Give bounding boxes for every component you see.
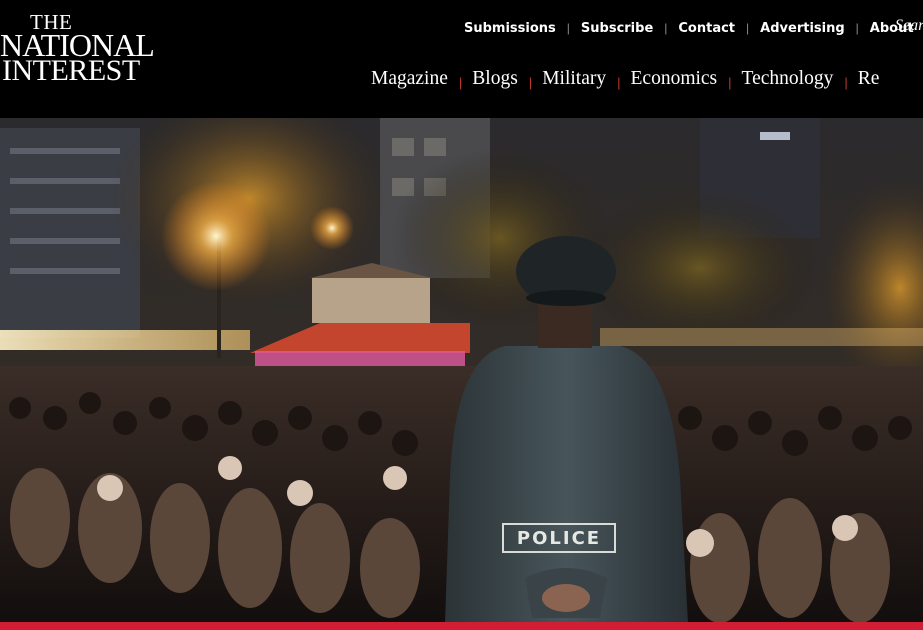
- utility-separator: |: [566, 21, 570, 35]
- site-logo[interactable]: THE NATIONAL INTEREST: [0, 10, 155, 87]
- nav-separator: |: [458, 74, 463, 90]
- police-badge-text: POLICE: [502, 523, 616, 553]
- site-header: THE NATIONAL INTEREST Submissions | Subs…: [0, 0, 923, 118]
- nav-economics[interactable]: Economics: [631, 68, 718, 90]
- nav-blogs[interactable]: Blogs: [472, 68, 518, 90]
- utility-link-subscribe[interactable]: Subscribe: [581, 21, 653, 36]
- logo-line-3: INTEREST: [2, 54, 140, 87]
- utility-separator: |: [664, 21, 668, 35]
- main-nav: Magazine | Blogs | Military | Economics …: [371, 66, 879, 92]
- hero-image[interactable]: POLICE: [0, 118, 923, 622]
- utility-separator: |: [746, 21, 750, 35]
- utility-link-advertising[interactable]: Advertising: [760, 21, 845, 36]
- nav-technology[interactable]: Technology: [742, 68, 834, 90]
- nav-re-truncated[interactable]: Re: [858, 68, 880, 90]
- utility-separator: |: [855, 21, 859, 35]
- utility-nav: Submissions | Subscribe | Contact | Adve…: [464, 19, 923, 37]
- accent-bar: [0, 622, 923, 630]
- nav-magazine[interactable]: Magazine: [371, 68, 448, 90]
- search-link[interactable]: Sear: [895, 17, 923, 35]
- nav-separator: |: [528, 74, 533, 90]
- utility-link-contact[interactable]: Contact: [678, 21, 735, 36]
- nav-separator: |: [844, 74, 848, 90]
- nav-separator: |: [617, 74, 621, 90]
- utility-link-submissions[interactable]: Submissions: [464, 21, 556, 36]
- nav-military[interactable]: Military: [542, 68, 606, 90]
- nav-separator: |: [728, 74, 732, 90]
- hero-photo-illustration: [0, 118, 923, 622]
